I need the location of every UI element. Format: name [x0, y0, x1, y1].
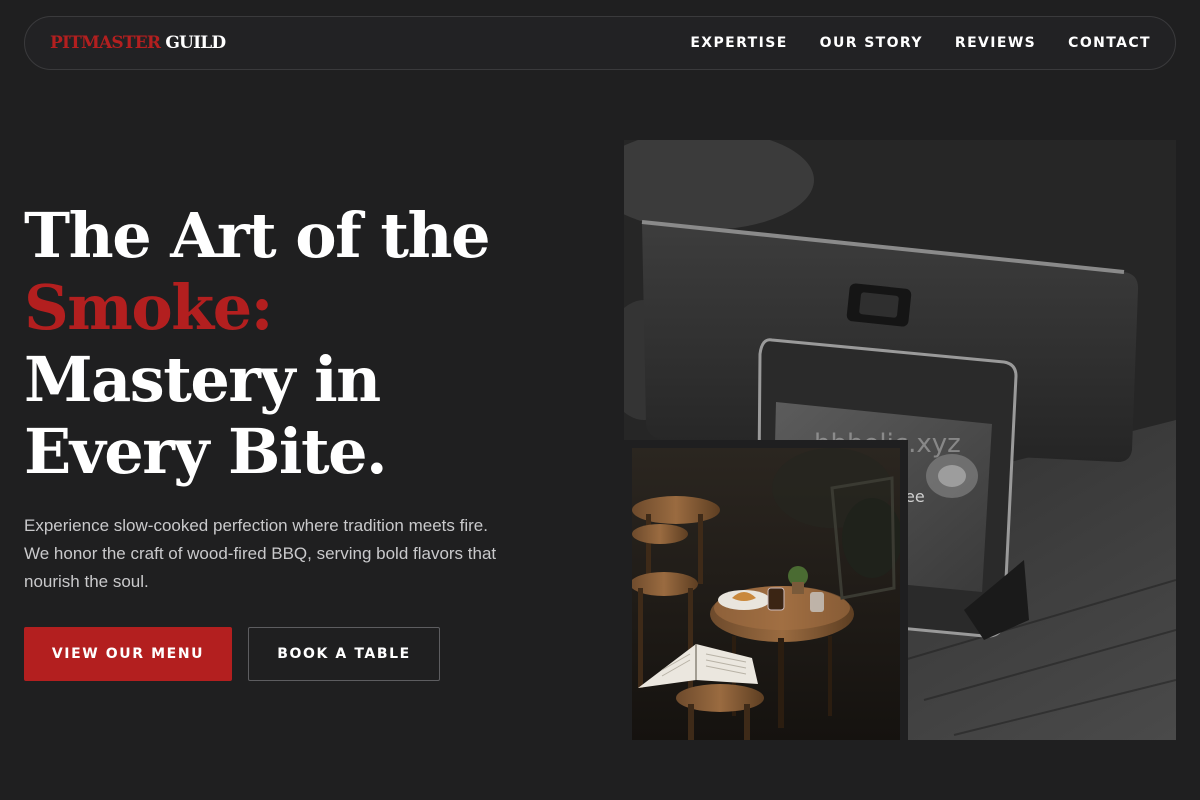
nav-link-our-story[interactable]: OUR STORY — [820, 35, 923, 51]
hero-title-line-4: Every Bite. — [24, 415, 388, 488]
cafe-table-illustration — [632, 448, 900, 740]
book-table-button[interactable]: BOOK A TABLE — [248, 627, 440, 681]
nav-links: EXPERTISE OUR STORY REVIEWS CONTACT — [690, 35, 1151, 51]
nav-link-expertise[interactable]: EXPERTISE — [690, 35, 787, 51]
brand-name-accent: PITMASTER — [50, 33, 161, 53]
hero-title: The Art of the Smoke: Mastery in Every B… — [24, 200, 584, 488]
view-menu-button[interactable]: VIEW OUR MENU — [24, 627, 232, 681]
hero-image-cafe-table — [632, 448, 900, 740]
brand-name-main: GUILD — [165, 33, 226, 53]
hero-title-line-1: The Art of the — [24, 199, 491, 272]
hero-title-accent: Smoke: — [24, 271, 274, 344]
hero-image-inset-frame — [624, 440, 908, 740]
nav-link-reviews[interactable]: REVIEWS — [955, 35, 1036, 51]
hero-title-line-3: Mastery in — [24, 343, 381, 416]
brand-logo[interactable]: PITMASTER GUILD — [50, 33, 226, 53]
nav-link-contact[interactable]: CONTACT — [1068, 35, 1151, 51]
hero-description: Experience slow-cooked perfection where … — [24, 516, 497, 591]
navbar: PITMASTER GUILD EXPERTISE OUR STORY REVI… — [24, 16, 1176, 70]
